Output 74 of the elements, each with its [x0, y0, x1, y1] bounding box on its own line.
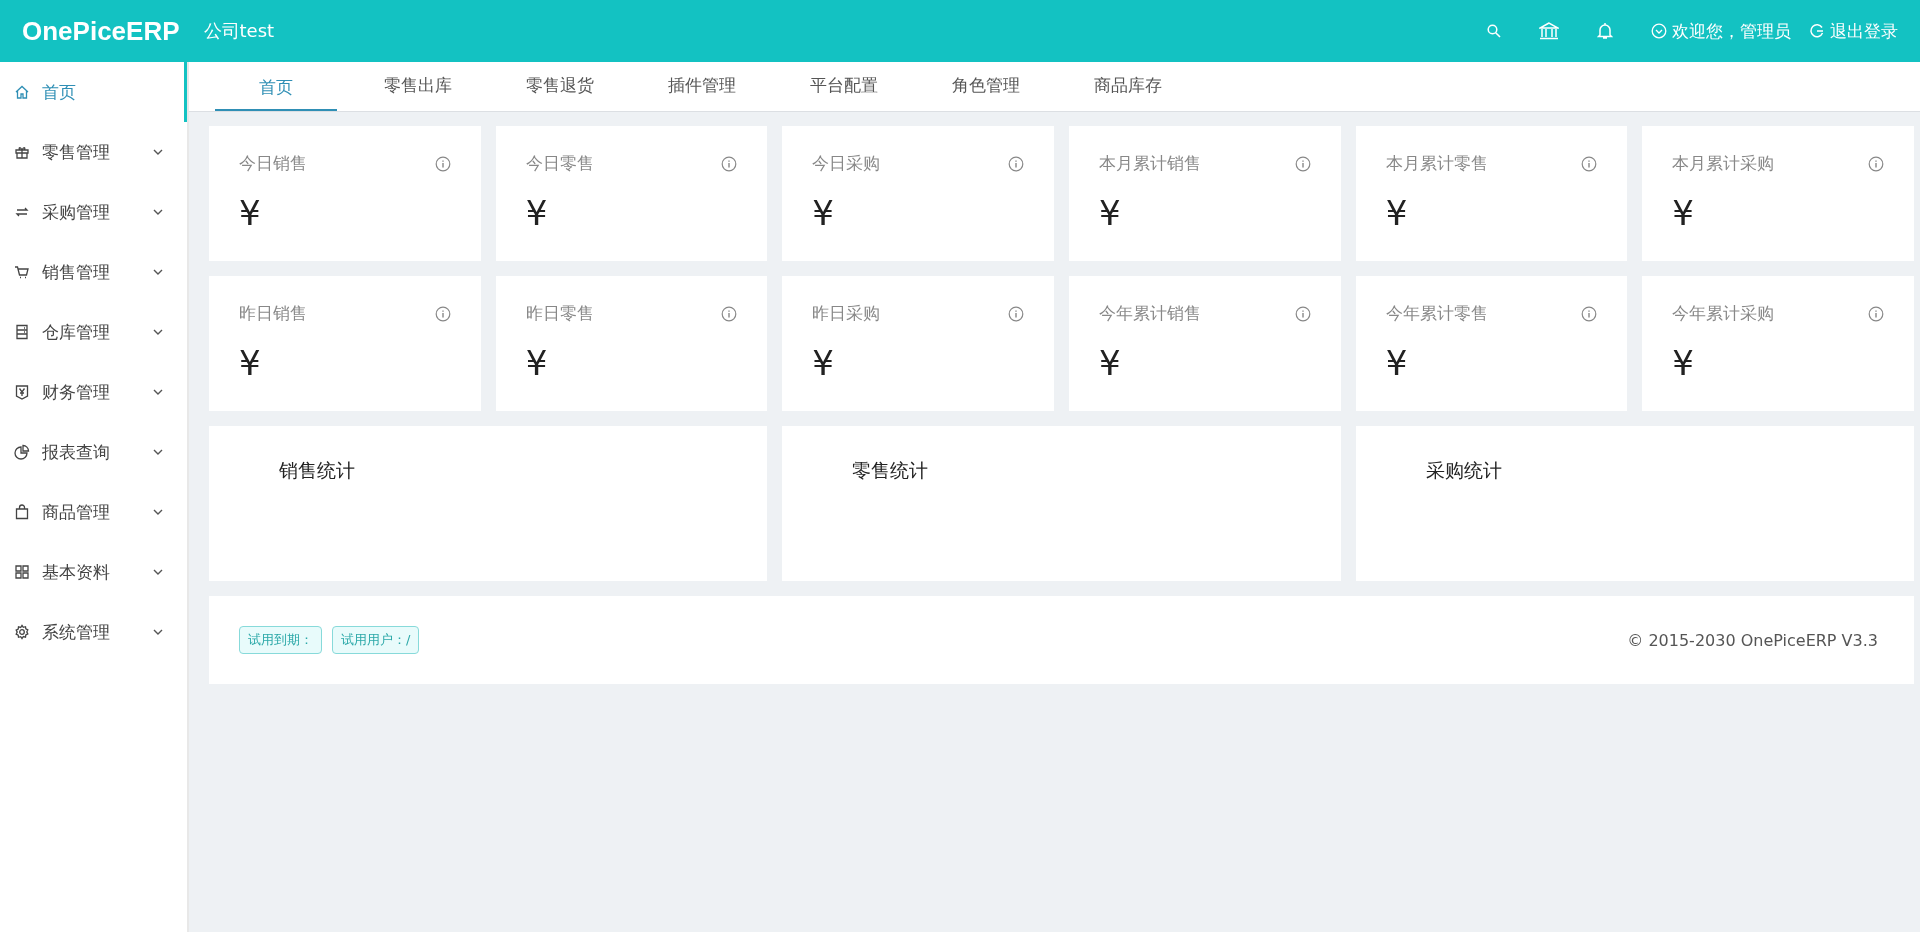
info-icon[interactable] [1868, 155, 1884, 172]
info-icon[interactable] [721, 155, 738, 172]
info-icon[interactable] [434, 305, 451, 322]
info-icon[interactable] [1008, 155, 1024, 172]
stat-title: 今年累计销售 [1099, 302, 1201, 325]
stat-title: 昨日销售 [239, 302, 307, 325]
stat-value: ¥ [1099, 193, 1122, 233]
stat-title: 昨日采购 [812, 302, 881, 325]
sidebar-item[interactable]: 报表查询 [0, 422, 187, 482]
stat-title: 今年累计零售 [1385, 302, 1488, 325]
stat-value: ¥ [525, 343, 549, 383]
stat-title: 昨日零售 [525, 302, 594, 325]
bag-icon [14, 504, 30, 520]
sidebar-item[interactable]: 商品管理 [0, 482, 187, 542]
bell-icon[interactable] [1597, 22, 1613, 40]
grid-icon [14, 564, 30, 580]
search-icon[interactable] [1487, 24, 1501, 38]
sidebar-item[interactable]: 零售管理 [0, 122, 187, 182]
stat-title: 今日零售 [525, 152, 594, 175]
sidebar-item[interactable]: 仓库管理 [0, 302, 187, 362]
yen-shield-icon [14, 384, 30, 400]
tab[interactable]: 零售退货 [499, 62, 621, 111]
info-icon[interactable] [721, 305, 738, 322]
stat-value: ¥ [1672, 343, 1695, 383]
sidebar-item[interactable]: 销售管理 [0, 242, 187, 302]
sidebar-item[interactable]: 系统管理 [0, 602, 187, 662]
panel-title: 销售统计 [279, 459, 355, 481]
stat-value: ¥ [812, 343, 835, 383]
stat-title: 今日采购 [812, 152, 881, 175]
logo: OnePiceERP [22, 15, 180, 47]
stat-value: ¥ [239, 343, 262, 383]
tab[interactable]: 零售出库 [357, 62, 479, 111]
check-circle-icon [1651, 23, 1667, 39]
sidebar-item[interactable]: 基本资料 [0, 542, 187, 602]
panel-title: 采购统计 [1425, 459, 1502, 481]
stat-value: ¥ [812, 193, 835, 233]
tab[interactable]: 角色管理 [925, 62, 1047, 111]
cart-icon [14, 264, 30, 280]
info-icon[interactable] [1294, 155, 1311, 172]
sidebar-item[interactable]: 财务管理 [0, 362, 187, 422]
stat-value: ¥ [1099, 343, 1122, 383]
copyright-text: © 2015-2030 OnePiceERP V3.3 [1627, 630, 1878, 650]
gift-icon [14, 144, 30, 160]
tab[interactable]: 首页 [215, 66, 337, 111]
stat-value: ¥ [525, 193, 549, 233]
info-icon[interactable] [1581, 155, 1598, 172]
info-icon[interactable] [1008, 305, 1024, 322]
stat-value: ¥ [1385, 193, 1409, 233]
panel-title: 零售统计 [852, 459, 929, 481]
bank-icon[interactable] [1539, 22, 1559, 40]
logout-icon [1809, 23, 1825, 39]
stat-title: 本月累计销售 [1099, 152, 1201, 175]
stat-value: ¥ [239, 193, 262, 233]
tab[interactable]: 商品库存 [1067, 62, 1189, 111]
stat-title: 今年累计采购 [1672, 302, 1775, 325]
pie-chart-icon [14, 444, 30, 460]
document-icon [14, 324, 30, 340]
tab[interactable]: 插件管理 [641, 62, 763, 111]
sidebar-item[interactable]: 采购管理 [0, 182, 187, 242]
info-icon[interactable] [434, 155, 451, 172]
company-name: 公司test [203, 19, 275, 43]
stat-title: 本月累计零售 [1385, 152, 1488, 175]
tab[interactable]: 平台配置 [783, 62, 905, 111]
stat-value: ¥ [1672, 193, 1695, 233]
stat-value: ¥ [1385, 343, 1409, 383]
info-icon[interactable] [1294, 305, 1311, 322]
stat-title: 本月累计采购 [1672, 152, 1775, 175]
stat-title: 今日销售 [239, 152, 307, 175]
info-icon[interactable] [1868, 305, 1884, 322]
trial-tag: 试用用户：/ [332, 626, 420, 654]
info-icon[interactable] [1581, 305, 1598, 322]
trial-tag: 试用到期： [239, 626, 322, 654]
settings-icon [14, 624, 30, 640]
home-icon [14, 84, 30, 100]
